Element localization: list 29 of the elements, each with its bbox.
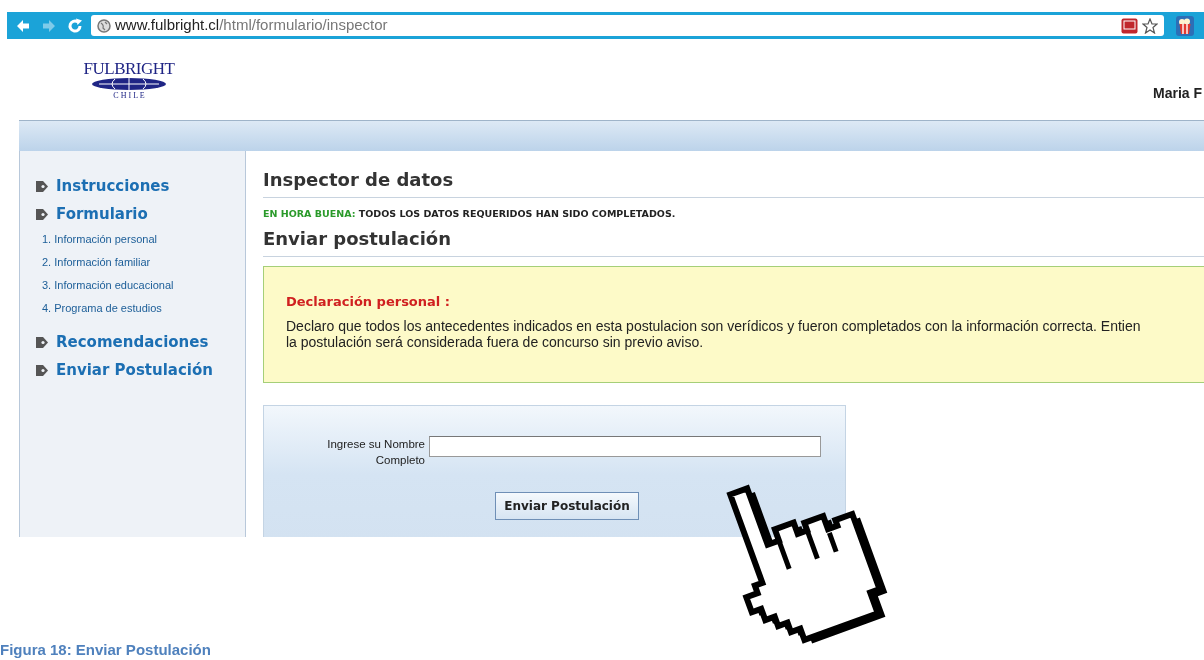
star-icon[interactable] xyxy=(1142,17,1158,34)
name-label: Ingrese su Nombre Completo xyxy=(326,437,426,469)
sidebar-link[interactable]: 4. Programa de estudios xyxy=(42,297,162,320)
sidebar-section-link[interactable]: Instrucciones xyxy=(56,174,170,198)
sidebar-link[interactable]: 1. Información personal xyxy=(42,228,157,251)
declaration-title: Declaración personal : xyxy=(286,293,451,312)
tag-bullet-icon xyxy=(36,364,48,376)
sidebar-link[interactable]: 3. Información educacional xyxy=(42,274,174,297)
url-text: www.fulbright.cl/html/formulario/inspector xyxy=(115,15,388,36)
submit-button[interactable]: Enviar Postulación xyxy=(495,492,639,521)
tag-bullet-icon xyxy=(36,208,48,220)
declaration-text: Declaro que todos los antecedentes indicados en esta postulacion son verídicos y fueron completados con la información correcta. Entien la postulación será considerada fuera de concurso sin previo aviso. xyxy=(286,317,1142,350)
name-input-field[interactable] xyxy=(429,436,821,458)
sidebar-section-link[interactable]: Formulario xyxy=(56,202,148,226)
page-title: Inspector de datos xyxy=(263,168,455,192)
sidebar-section-link[interactable]: Enviar Postulación xyxy=(56,358,213,382)
tag-bullet-icon xyxy=(36,180,48,192)
status-message: EN HORA BUENA: TODOS LOS DATOS REQUERIDOS HAN SIDO COMPLETADOS. xyxy=(263,207,677,221)
globe-icon xyxy=(97,18,111,33)
popcorn-extension-icon[interactable] xyxy=(1176,15,1194,36)
figure-caption: Figura 18: Enviar Postulación xyxy=(0,641,211,659)
section-title: Enviar postulación xyxy=(263,227,453,252)
tag-bullet-icon xyxy=(36,336,48,348)
address-bar[interactable]: www.fulbright.cl/html/formulario/inspector xyxy=(91,15,1164,36)
fulbright-logo: FULBRIGHT C H I L E xyxy=(82,60,176,101)
sidebar-section-link[interactable]: Recomendaciones xyxy=(56,330,209,354)
sidebar-link[interactable]: 2. Información familiar xyxy=(42,251,151,274)
dictionary-extension-icon[interactable] xyxy=(1121,17,1138,34)
user-name: Maria F xyxy=(1153,84,1203,103)
